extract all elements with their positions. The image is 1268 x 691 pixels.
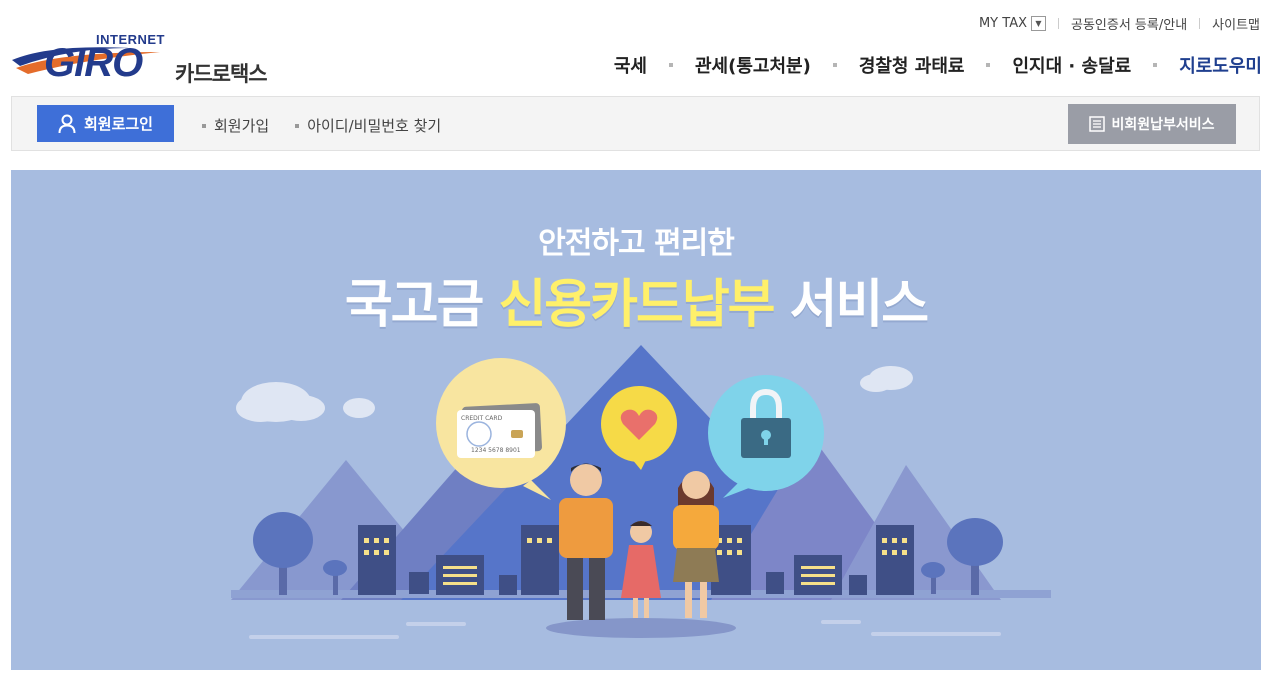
utility-nav: MY TAX ▼ 공동인증서 등록/안내 사이트맵 [979,14,1260,33]
nav-item-national-tax[interactable]: 국세 [614,52,647,78]
find-id-password-link[interactable]: 아이디/비밀번호 찾기 [295,115,441,136]
card-text: CREDIT CARD [461,415,503,422]
nav-divider [832,63,837,67]
dropdown-arrow-icon[interactable]: ▼ [1031,16,1046,31]
member-login-label: 회원로그인 [83,115,153,133]
cloud-icon [343,398,375,418]
find-id-password-label: 아이디/비밀번호 찾기 [307,117,442,135]
nav-divider [986,63,991,67]
signup-label: 회원가입 [214,117,270,135]
mytax-link[interactable]: MY TAX ▼ [979,16,1046,31]
main-banner[interactable]: CREDIT CARD 1234 5678 8901 안전하고 편리한 국고금 … [11,170,1261,670]
main-nav: 국세 관세(통고처분) 경찰청 과태료 인지대 · 송달료 지로도우미 [614,52,1262,78]
mytax-label: MY TAX [978,16,1027,31]
certificate-link[interactable]: 공동인증서 등록/안내 [1071,14,1187,33]
banner-title-part2: 서비스 [773,275,930,335]
signup-link[interactable]: 회원가입 [202,115,269,136]
nav-item-police-fine[interactable]: 경찰청 과태료 [859,52,965,78]
bullet-icon [295,123,300,128]
site-logo[interactable]: INTERNET GIRO 카드로택스 [10,28,300,88]
utility-divider [1199,18,1201,29]
nav-item-stamp-fee[interactable]: 인지대 · 송달료 [1012,52,1131,78]
bullet-icon [202,123,206,128]
nav-item-giro-helper[interactable]: 지로도우미 [1179,52,1262,78]
ground-shadow [546,618,736,638]
card-number: 1234 5678 8901 [471,447,521,454]
login-bar: 회원로그인 회원가입 아이디/비밀번호 찾기 비회원납부서비스 [11,96,1260,151]
banner-subtitle: 안전하고 편리한 [538,226,735,261]
banner-title-highlight: 신용카드납부 [498,275,775,335]
cloud-icon [236,382,325,422]
nonmember-payment-label: 비회원납부서비스 [1111,117,1215,133]
sitemap-link[interactable]: 사이트맵 [1212,14,1260,33]
logo-service-name: 카드로택스 [175,62,268,86]
nav-item-customs[interactable]: 관세(통고처분) [695,52,811,78]
banner-title-part1: 국고금 [344,275,499,335]
utility-divider [1058,18,1059,29]
banner-title: 국고금 신용카드납부 서비스 [11,262,1261,337]
nav-divider [1153,63,1158,67]
member-login-button[interactable]: 회원로그인 [37,105,174,142]
nonmember-payment-button[interactable]: 비회원납부서비스 [1068,104,1236,144]
user-icon [58,114,76,133]
nav-divider [669,63,673,67]
list-icon [1089,116,1106,132]
account-links: 회원가입 아이디/비밀번호 찾기 [202,115,467,136]
cloud-icon [860,366,913,392]
logo-giro-text: GIRO [44,41,143,85]
